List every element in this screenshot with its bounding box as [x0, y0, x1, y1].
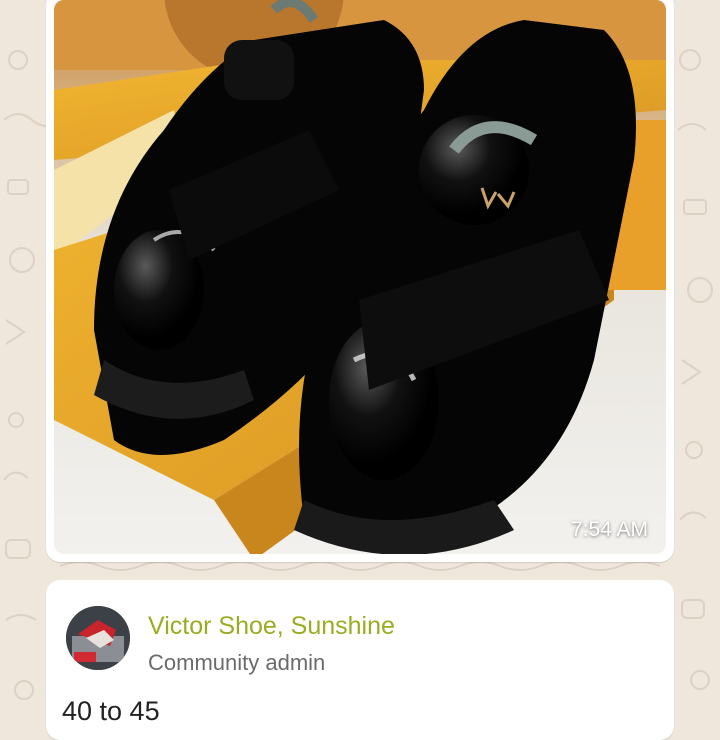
message-timestamp: 7:54 AM: [570, 518, 648, 541]
sender-avatar[interactable]: [66, 606, 130, 670]
image-message-bubble[interactable]: 7:54 AM: [46, 0, 674, 562]
shoe-photo[interactable]: 7:54 AM: [54, 0, 666, 554]
text-message-bubble[interactable]: Victor Shoe, Sunshine Community admin 40…: [46, 580, 674, 740]
message-body: 40 to 45: [62, 696, 160, 726]
sender-name[interactable]: Victor Shoe, Sunshine: [148, 612, 395, 641]
sender-role: Community admin: [148, 650, 326, 675]
shoe-image: [54, 0, 666, 554]
